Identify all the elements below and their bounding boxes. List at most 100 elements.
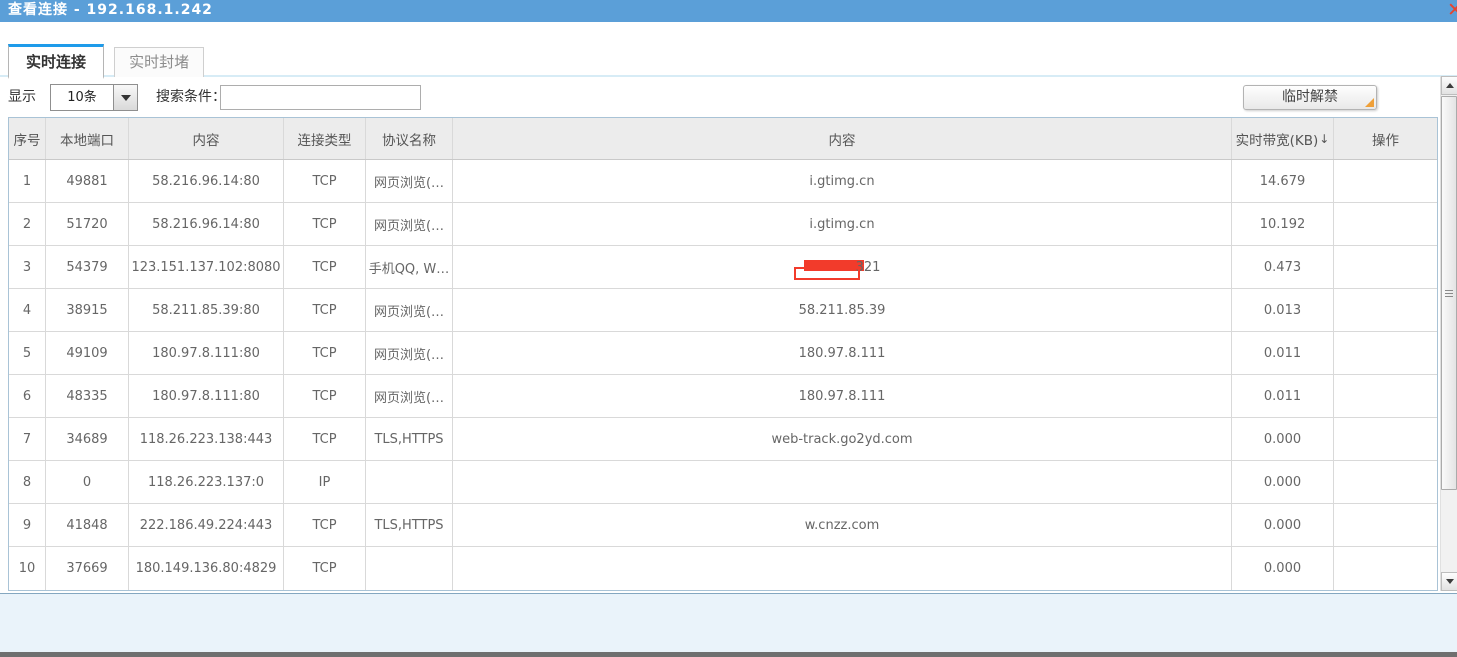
- cell-port: 41848: [46, 504, 129, 546]
- cell-type: TCP: [284, 418, 366, 460]
- cell-type: TCP: [284, 332, 366, 374]
- cell-port: 38915: [46, 289, 129, 331]
- cell-action: [1334, 504, 1437, 546]
- cell-num: 3: [9, 246, 46, 288]
- table-row[interactable]: 80118.26.223.137:0IP0.000: [9, 461, 1437, 504]
- table-row[interactable]: 734689118.26.223.138:443TCPTLS,HTTPSweb-…: [9, 418, 1437, 461]
- cell-port: 37669: [46, 547, 129, 590]
- cell-port: 48335: [46, 375, 129, 417]
- cell-action: [1334, 246, 1437, 288]
- cell-type: TCP: [284, 160, 366, 202]
- close-icon[interactable]: ✕: [1447, 0, 1457, 21]
- cell-num: 6: [9, 375, 46, 417]
- table-row[interactable]: 25172058.216.96.14:80TCP网页浏览(…i.gtimg.cn…: [9, 203, 1437, 246]
- vertical-scrollbar[interactable]: [1440, 76, 1457, 591]
- page-size-value: 10条: [51, 85, 113, 110]
- cell-port: 0: [46, 461, 129, 503]
- window-title: 查看连接 - 192.168.1.242: [0, 0, 1457, 21]
- scroll-up-button[interactable]: [1441, 76, 1457, 95]
- cell-type: TCP: [284, 547, 366, 590]
- table-row[interactable]: 43891558.211.85.39:80TCP网页浏览(…58.211.85.…: [9, 289, 1437, 332]
- cell-port: 49881: [46, 160, 129, 202]
- column-header-port: 本地端口: [46, 118, 129, 159]
- temporary-unblock-button[interactable]: 临时解禁: [1243, 85, 1377, 110]
- cell-protocol: 网页浏览(…: [366, 289, 453, 331]
- table-row[interactable]: 14988158.216.96.14:80TCP网页浏览(…i.gtimg.cn…: [9, 160, 1437, 203]
- cell-content2: i.gtimg.cn: [453, 203, 1232, 245]
- table-row[interactable]: 1037669180.149.136.80:4829TCP 0.000: [9, 547, 1437, 590]
- cell-content2: 58.211.85.39: [453, 289, 1232, 331]
- tab-realtime-connections[interactable]: 实时连接: [8, 44, 104, 79]
- tab-realtime-blocking[interactable]: 实时封堵: [114, 47, 204, 77]
- cell-num: 7: [9, 418, 46, 460]
- footer-area: [0, 593, 1457, 652]
- pencil-icon: [1365, 98, 1374, 107]
- cell-content: 58.211.85.39:80: [129, 289, 284, 331]
- table-row[interactable]: 941848222.186.49.224:443TCPTLS,HTTPSw.cn…: [9, 504, 1437, 547]
- cell-bandwidth: 10.192: [1232, 203, 1334, 245]
- cell-bandwidth: 0.000: [1232, 418, 1334, 460]
- cell-action: [1334, 547, 1437, 590]
- cell-type: TCP: [284, 203, 366, 245]
- cell-port: 54379: [46, 246, 129, 288]
- dropdown-arrow-button[interactable]: [113, 85, 137, 110]
- column-header-type: 连接类型: [284, 118, 366, 159]
- cell-type: TCP: [284, 375, 366, 417]
- column-header-action: 操作: [1334, 118, 1437, 159]
- cell-content2: w.cnzz.com: [453, 504, 1232, 546]
- cell-content: 118.26.223.138:443: [129, 418, 284, 460]
- cell-action: [1334, 418, 1437, 460]
- cell-type: IP: [284, 461, 366, 503]
- cell-protocol: TLS,HTTPS: [366, 418, 453, 460]
- cell-action: [1334, 203, 1437, 245]
- cell-content: 180.149.136.80:4829: [129, 547, 284, 590]
- cell-num: 4: [9, 289, 46, 331]
- page-size-select[interactable]: 10条: [50, 84, 138, 111]
- arrow-down-icon: [1446, 579, 1454, 584]
- cell-content: 180.97.8.111:80: [129, 375, 284, 417]
- cell-content: 222.186.49.224:443: [129, 504, 284, 546]
- connections-table: 序号本地端口内容连接类型协议名称内容实时带宽(KB)↓操作 14988158.2…: [8, 117, 1438, 591]
- cell-type: TCP: [284, 289, 366, 331]
- cell-content: 123.151.137.102:8080: [129, 246, 284, 288]
- cell-protocol: 手机QQ, W…: [366, 246, 453, 288]
- scroll-down-button[interactable]: [1441, 572, 1457, 591]
- cell-action: [1334, 375, 1437, 417]
- cell-bandwidth: 0.000: [1232, 547, 1334, 590]
- cell-content2: i.gtimg.cn: [453, 160, 1232, 202]
- table-row[interactable]: 549109180.97.8.111:80TCP网页浏览(…180.97.8.1…: [9, 332, 1437, 375]
- chevron-down-icon: [121, 95, 131, 101]
- cell-content2: [453, 461, 1232, 503]
- table-row[interactable]: 648335180.97.8.111:80TCP网页浏览(…180.97.8.1…: [9, 375, 1437, 418]
- cell-num: 10: [9, 547, 46, 590]
- cell-num: 1: [9, 160, 46, 202]
- scrollbar-thumb[interactable]: [1441, 96, 1457, 490]
- cell-content2: 180.97.8.111: [453, 375, 1232, 417]
- table-header-row: 序号本地端口内容连接类型协议名称内容实时带宽(KB)↓操作: [9, 118, 1437, 160]
- show-label: 显示: [8, 84, 36, 111]
- cell-content: 118.26.223.137:0: [129, 461, 284, 503]
- cell-bandwidth: 0.000: [1232, 504, 1334, 546]
- cell-content2: [453, 547, 1232, 590]
- cell-action: [1334, 160, 1437, 202]
- bottom-bar: [0, 652, 1457, 657]
- cell-content2: web-track.go2yd.com: [453, 418, 1232, 460]
- cell-action: [1334, 332, 1437, 374]
- cell-action: [1334, 289, 1437, 331]
- temporary-unblock-label: 临时解禁: [1282, 89, 1338, 105]
- cell-action: [1334, 461, 1437, 503]
- cell-protocol: 网页浏览(…: [366, 332, 453, 374]
- column-header-content2: 内容: [453, 118, 1232, 159]
- cell-content2: 180.97.8.111: [453, 332, 1232, 374]
- table-body: 14988158.216.96.14:80TCP网页浏览(…i.gtimg.cn…: [9, 160, 1437, 590]
- cell-port: 34689: [46, 418, 129, 460]
- cell-content2: 321: [453, 246, 1232, 288]
- cell-num: 8: [9, 461, 46, 503]
- window-titlebar: 查看连接 - 192.168.1.242 ✕: [0, 0, 1457, 22]
- cell-type: TCP: [284, 504, 366, 546]
- column-header-bandwidth[interactable]: 实时带宽(KB)↓: [1232, 118, 1334, 159]
- search-input[interactable]: [220, 85, 421, 110]
- controls-row: 显示 10条 搜索条件： 临时解禁: [8, 84, 1437, 112]
- table-row[interactable]: 354379123.151.137.102:8080TCP手机QQ, W…321…: [9, 246, 1437, 289]
- cell-protocol: 网页浏览(…: [366, 375, 453, 417]
